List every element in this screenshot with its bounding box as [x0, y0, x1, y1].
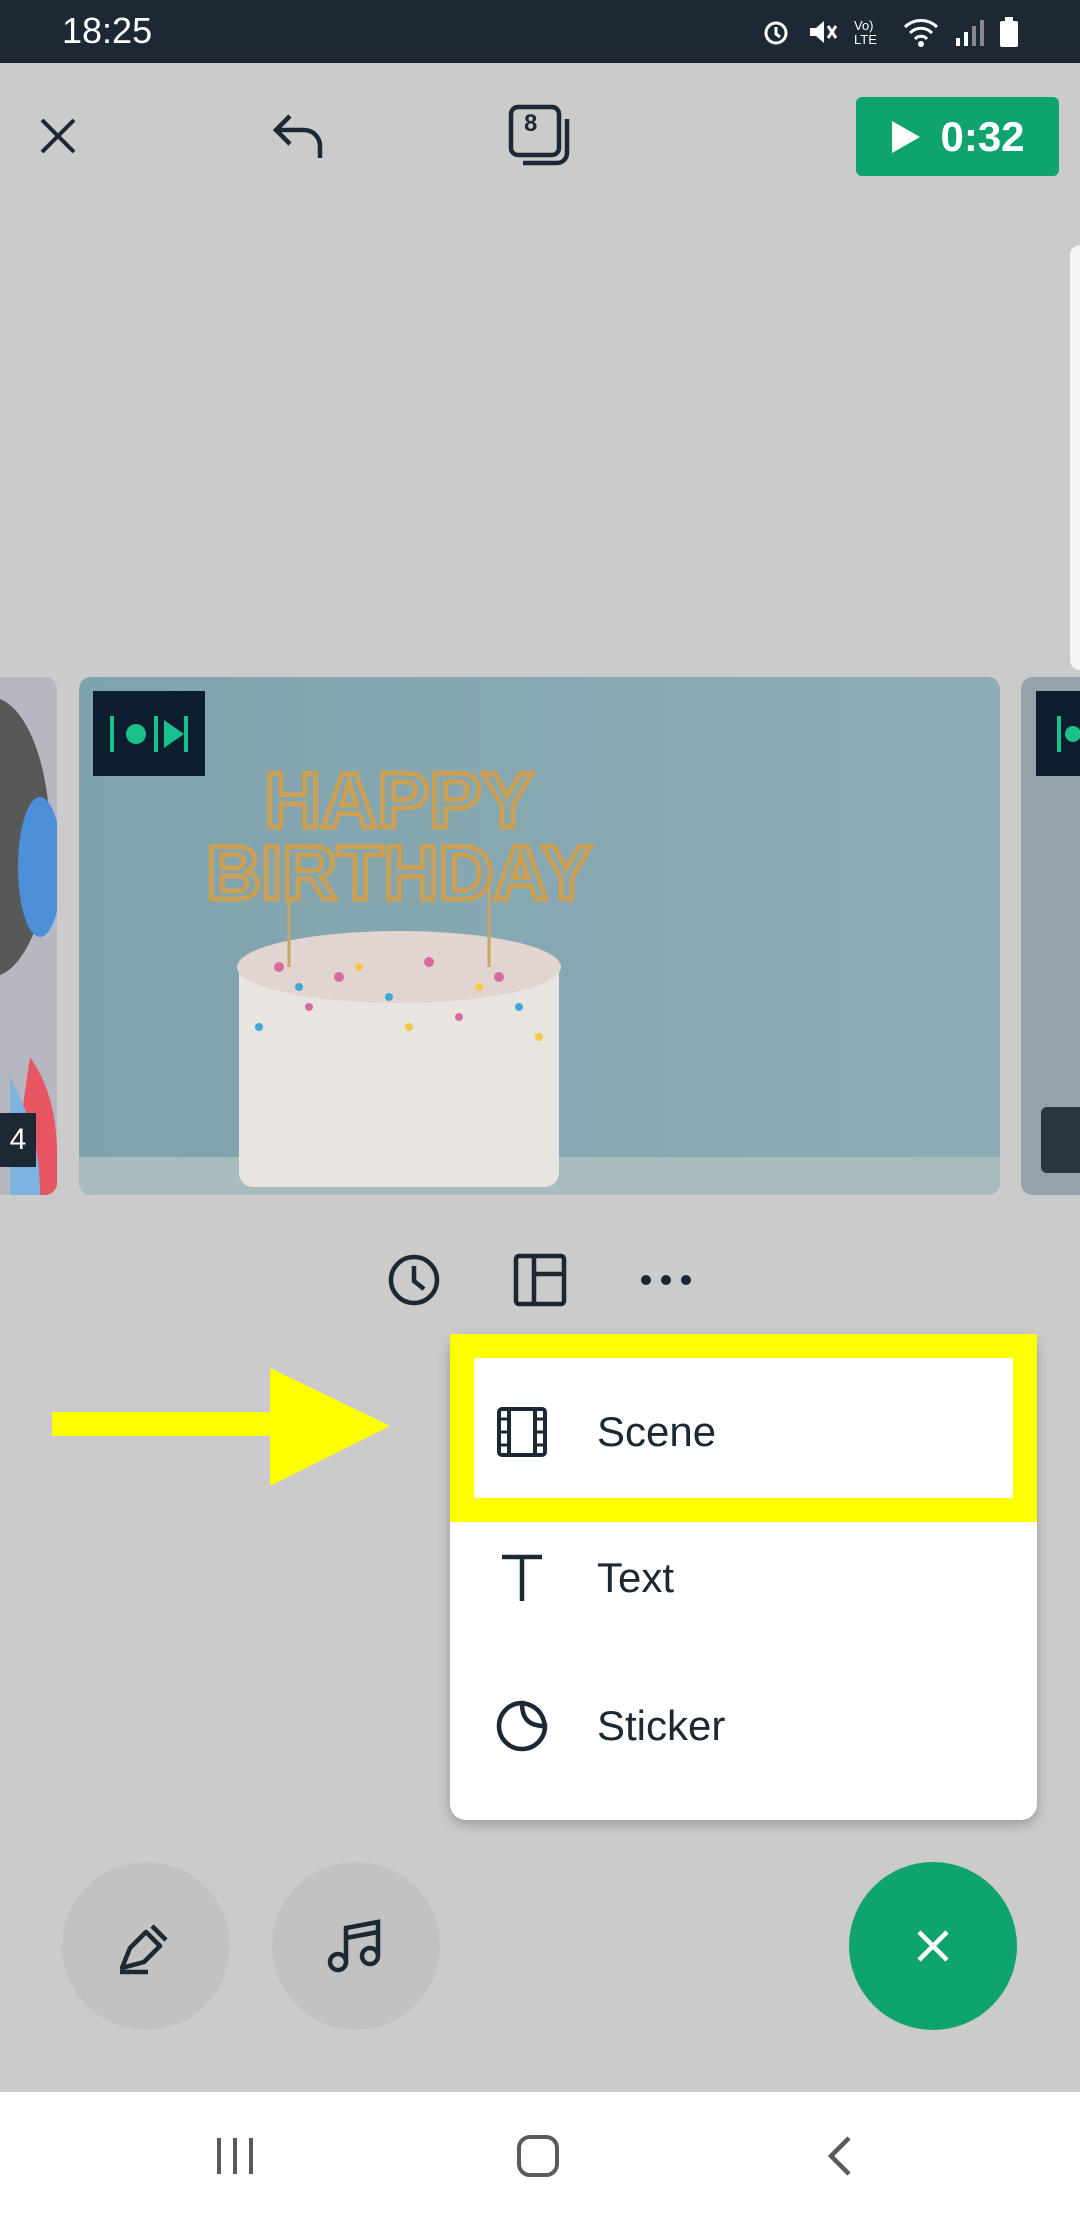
system-nav-bar — [0, 2092, 1080, 2220]
text-icon — [494, 1550, 550, 1606]
home-icon — [517, 2135, 559, 2177]
scenes-count-button[interactable]: 8 — [504, 100, 576, 172]
scene-tools — [0, 1240, 1080, 1320]
transition-icon — [1057, 715, 1080, 752]
scene-thumbnail-next[interactable] — [1021, 677, 1080, 1195]
transition-badge-next[interactable] — [1036, 691, 1080, 776]
status-time: 18:25 — [62, 10, 153, 51]
yellow-arrow-annotation — [52, 1368, 390, 1486]
scenes-count: 8 — [524, 110, 538, 137]
duration-button[interactable] — [384, 1240, 444, 1320]
more-options-button[interactable] — [636, 1240, 696, 1320]
recent-apps-icon — [217, 2138, 253, 2174]
back-icon — [827, 2136, 851, 2176]
close-button[interactable] — [30, 100, 86, 172]
menu-item-label: Sticker — [597, 1702, 726, 1749]
layout-icon — [513, 1253, 567, 1307]
music-note-icon — [327, 1919, 381, 1973]
play-duration: 0:32 — [940, 112, 1025, 160]
close-add-menu-button[interactable] — [849, 1862, 1017, 2030]
brush-icon — [119, 1924, 168, 1975]
scene-thumbnail-current[interactable]: HAPPY BIRTHDAY — [79, 677, 1000, 1195]
transition-badge[interactable] — [93, 691, 205, 776]
status-bar: 18:25 Vo) LTE — [0, 0, 1080, 63]
scene-number-badge-next — [1041, 1107, 1080, 1173]
scene-number-badge: 4 — [0, 1113, 36, 1167]
home-button[interactable] — [508, 2122, 568, 2190]
undo-button[interactable] — [266, 100, 334, 172]
play-icon — [892, 120, 921, 153]
svg-text:LTE: LTE — [854, 32, 877, 47]
birthday-cake-image: HAPPY BIRTHDAY — [79, 677, 1000, 1195]
svg-text:Vo): Vo) — [854, 18, 874, 33]
status-icons: Vo) LTE — [760, 10, 1020, 54]
battery-icon — [1000, 17, 1018, 47]
wifi-icon — [903, 19, 939, 47]
alarm-icon — [764, 21, 788, 45]
menu-item-label: Text — [597, 1554, 675, 1601]
mute-icon — [810, 21, 838, 43]
style-button[interactable] — [62, 1862, 230, 2030]
svg-text:BIRTHDAY: BIRTHDAY — [206, 831, 592, 916]
preview-play-button[interactable]: 0:32 — [856, 97, 1059, 176]
undo-icon — [272, 114, 323, 158]
clock-icon — [388, 1254, 440, 1306]
menu-item-sticker[interactable]: Sticker — [450, 1652, 1037, 1800]
sticker-icon — [494, 1698, 550, 1754]
close-icon — [40, 118, 76, 154]
recent-apps-button[interactable] — [205, 2122, 265, 2190]
back-button[interactable] — [810, 2122, 870, 2190]
music-button[interactable] — [272, 1862, 440, 2030]
stack-icon — [508, 104, 570, 166]
volte-icon: Vo)LTE — [854, 18, 877, 47]
scene-highlight-box — [450, 1334, 1037, 1522]
close-icon — [917, 1930, 949, 1962]
scene-thumbnail-previous[interactable]: 4 — [0, 677, 57, 1195]
layout-button[interactable] — [510, 1240, 570, 1320]
transition-icon — [110, 715, 188, 752]
signal-icon — [956, 20, 984, 46]
more-icon — [641, 1275, 691, 1285]
side-panel-handle[interactable] — [1070, 245, 1080, 670]
menu-item-text[interactable]: Text — [450, 1504, 1037, 1652]
